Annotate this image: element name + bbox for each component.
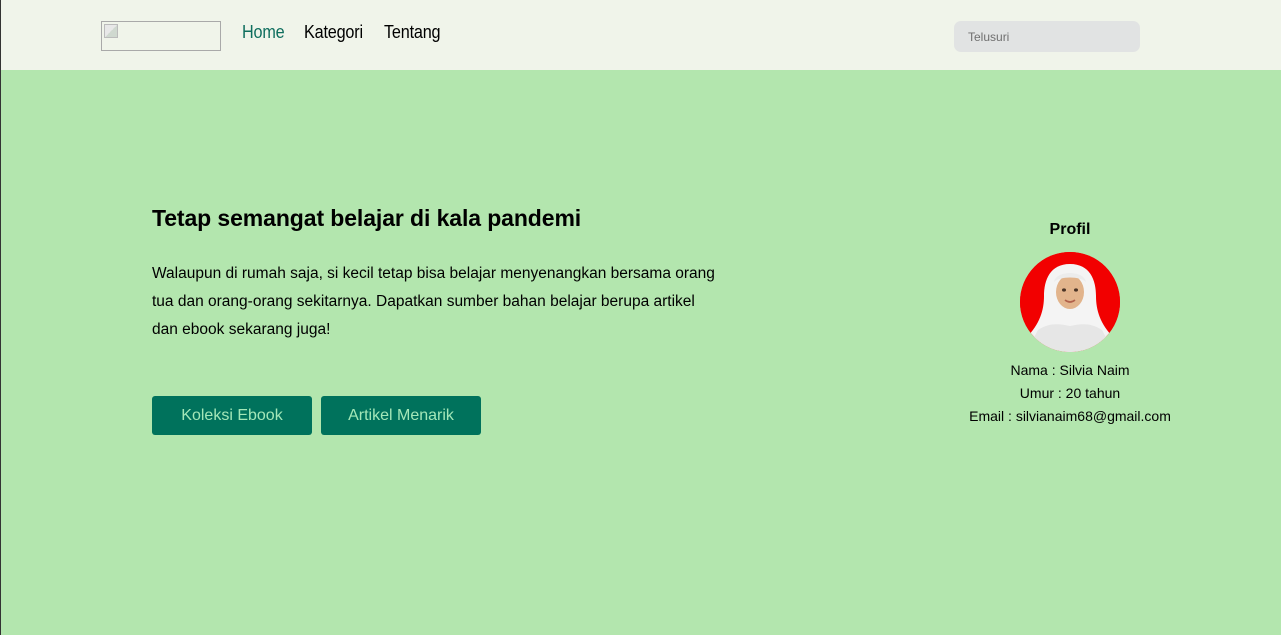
hero-description: Walaupun di rumah saja, si kecil tetap b…	[152, 265, 715, 338]
profile-heading: Profil	[1049, 221, 1091, 238]
koleksi-ebook-button[interactable]: Koleksi Ebook	[152, 396, 312, 435]
nav-link-home[interactable]: Home	[242, 20, 285, 44]
logo-image[interactable]	[101, 21, 221, 51]
search-input[interactable]	[954, 21, 1140, 52]
hero-title: Tetap semangat belajar di kala pandemi	[152, 205, 582, 231]
profile-email: Email : silvianaim68@gmail.com	[969, 408, 1171, 424]
avatar	[1020, 252, 1120, 352]
profile-card: Profil Nama : Silvia Naim Umur : 20 tahu…	[951, 218, 1189, 428]
nav-link-tentang[interactable]: Tentang	[384, 20, 441, 44]
broken-image-icon	[104, 24, 118, 38]
profile-age: Umur : 20 tahun	[1019, 385, 1121, 401]
avatar-photo	[1020, 252, 1120, 352]
navbar: Home Kategori Tentang	[1, 0, 1281, 70]
artikel-menarik-button[interactable]: Artikel Menarik	[321, 396, 481, 435]
profile-name: Nama : Silvia Naim	[1010, 362, 1130, 378]
nav-link-kategori[interactable]: Kategori	[304, 20, 363, 44]
